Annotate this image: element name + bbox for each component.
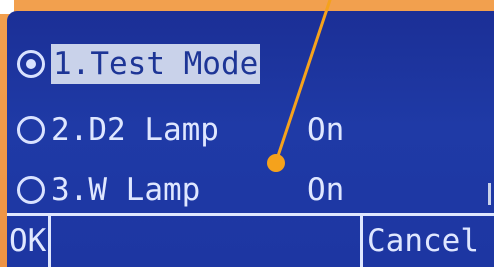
softkey-bar: OK Cancel	[7, 213, 494, 267]
radio-selected-icon	[17, 50, 45, 78]
cancel-button[interactable]: Cancel	[360, 216, 494, 267]
menu-item-value: On	[307, 112, 345, 148]
radio-unselected-icon	[17, 116, 45, 144]
menu-item-w-lamp[interactable]: 3.W Lamp On	[7, 163, 487, 217]
radio-unselected-icon	[17, 176, 45, 204]
scroll-indicator	[488, 183, 491, 205]
menu-item-label: 1.Test Mode	[51, 44, 261, 84]
menu-item-test-mode[interactable]: 1.Test Mode	[7, 37, 261, 91]
menu-item-d2-lamp[interactable]: 2.D2 Lamp On	[7, 103, 487, 157]
menu-item-value: On	[307, 172, 345, 208]
ok-button[interactable]: OK	[7, 216, 51, 267]
menu-item-label: 2.D2 Lamp	[51, 112, 219, 148]
menu-item-label: 3.W Lamp	[51, 172, 201, 208]
